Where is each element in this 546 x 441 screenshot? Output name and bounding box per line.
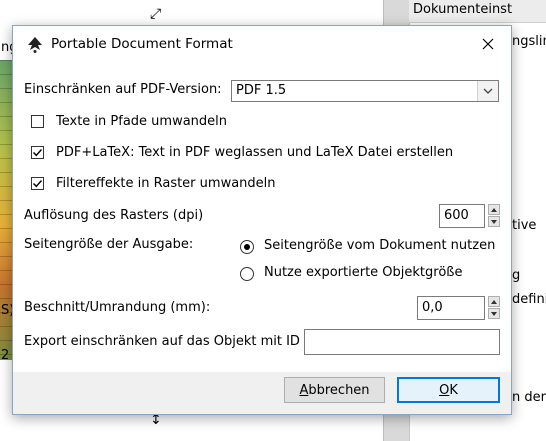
pdf-version-select[interactable]: PDF 1.5 xyxy=(231,80,499,102)
export-id-input[interactable] xyxy=(304,329,500,355)
pdf-export-dialog: Portable Document Format Einschränken au… xyxy=(12,25,512,415)
page-size-document-radio[interactable] xyxy=(240,240,254,254)
cancel-button[interactable]: Abbrechen xyxy=(284,377,385,403)
page-size-document-label: Seitengröße vom Dokument nutzen xyxy=(264,238,496,253)
ok-button-label: K xyxy=(449,382,458,398)
radio-selected-dot xyxy=(244,244,250,250)
bleed-stepper[interactable] xyxy=(488,296,500,320)
spin-down-icon[interactable] xyxy=(488,308,500,319)
panel-text-fragment: definit xyxy=(512,292,546,307)
dialog-titlebar[interactable]: Portable Document Format xyxy=(13,26,511,62)
raster-resolution-value: 600 xyxy=(444,208,469,223)
text-to-path-checkbox[interactable] xyxy=(31,115,44,128)
cancel-button-label: bbrechen xyxy=(308,382,370,398)
pdf-latex-label: PDF+LaTeX: Text in PDF weglassen und LaT… xyxy=(56,145,454,160)
panel-text-fragment: g xyxy=(512,268,521,283)
pdf-latex-checkbox[interactable] xyxy=(31,146,44,159)
export-id-label: Export einschränken auf das Objekt mit I… xyxy=(24,334,300,349)
bleed-value: 0,0 xyxy=(422,300,443,315)
ok-button[interactable]: OK xyxy=(397,377,500,403)
inkscape-app-icon xyxy=(26,36,44,54)
text-to-path-label: Texte in Pfade umwandeln xyxy=(56,114,228,129)
checkmark-icon xyxy=(33,149,43,157)
raster-resolution-input[interactable]: 600 xyxy=(439,204,485,228)
bleed-input[interactable]: 0,0 xyxy=(417,296,485,320)
page-size-exported-object-radio[interactable] xyxy=(240,267,254,281)
page-size-label: Seitengröße der Ausgabe: xyxy=(24,237,194,252)
panel-header: Dokumenteinst xyxy=(409,0,546,23)
dialog-title: Portable Document Format xyxy=(51,36,233,52)
cancel-mnemonic: A xyxy=(299,382,309,398)
page-size-exported-object-label: Nutze exportierte Objektgröße xyxy=(264,265,463,280)
panel-text-fragment: ngslin xyxy=(512,34,546,49)
rasterize-filters-checkbox[interactable] xyxy=(31,177,44,190)
close-button[interactable] xyxy=(465,26,511,62)
canvas-text-fragment: 2 xyxy=(1,348,10,363)
spin-up-icon[interactable] xyxy=(488,204,500,215)
rasterize-filters-label: Filtereffekte in Raster umwandeln xyxy=(56,176,276,191)
resize-handle-icon[interactable]: ⤢ xyxy=(150,6,161,22)
pdf-version-label: Einschränken auf PDF-Version: xyxy=(24,82,222,97)
chevron-down-icon[interactable] xyxy=(477,81,498,101)
spin-up-icon[interactable] xyxy=(488,296,500,307)
ok-mnemonic: O xyxy=(439,382,450,398)
close-icon xyxy=(482,38,494,50)
spin-down-icon[interactable] xyxy=(488,216,500,227)
bleed-label: Beschnitt/Umrandung (mm): xyxy=(24,300,211,315)
raster-resolution-stepper[interactable] xyxy=(488,204,500,228)
raster-resolution-label: Auflösung des Rasters (dpi) xyxy=(24,208,204,223)
dialog-content: Einschränken auf PDF-Version: PDF 1.5 Te… xyxy=(13,62,511,372)
panel-header-label: Dokumenteinst xyxy=(413,2,513,17)
pdf-version-selected-value: PDF 1.5 xyxy=(236,83,287,98)
panel-text-fragment: n der xyxy=(512,390,546,405)
panel-text-fragment: tive xyxy=(512,218,537,233)
checkmark-icon xyxy=(33,180,43,188)
